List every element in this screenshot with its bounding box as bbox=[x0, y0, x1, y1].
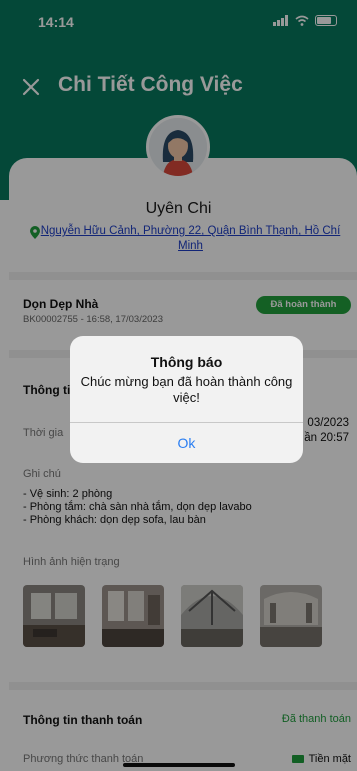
alert-dialog: Thông báo Chúc mừng bạn đã hoàn thành cô… bbox=[70, 336, 303, 463]
job-detail-screen: 14:14 Chi Tiết Công Việc Uyên Chi Nguyễn… bbox=[0, 0, 357, 771]
dialog-title: Thông báo bbox=[150, 354, 223, 370]
ok-button[interactable]: Ok bbox=[70, 423, 303, 463]
dialog-message: Chúc mừng bạn đã hoàn thành công việc! bbox=[80, 374, 293, 405]
